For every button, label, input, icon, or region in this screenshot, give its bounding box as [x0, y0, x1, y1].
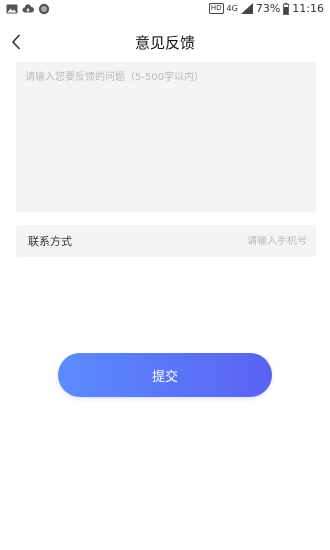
status-right-indicators: HD 4G 73% 11:16 — [208, 2, 324, 15]
cloud-download-icon — [22, 4, 34, 13]
clock-time: 11:16 — [292, 2, 324, 15]
status-bar: HD 4G 73% 11:16 — [0, 0, 330, 20]
record-icon — [38, 3, 50, 15]
submit-button[interactable]: 提交 — [58, 353, 272, 397]
battery-icon — [283, 2, 290, 15]
signal-icon — [240, 3, 253, 14]
image-icon — [6, 4, 18, 14]
contact-row: 联系方式 — [16, 225, 316, 257]
phone-input[interactable] — [157, 235, 307, 247]
feedback-textarea[interactable] — [16, 62, 316, 212]
battery-percent: 73% — [255, 2, 281, 15]
status-left-icons — [6, 3, 50, 15]
contact-label: 联系方式 — [28, 235, 72, 248]
hd-badge: HD — [208, 3, 224, 14]
page-title: 意见反馈 — [134, 34, 195, 52]
nav-header: 意见反馈 — [0, 20, 330, 64]
network-type: 4G — [226, 3, 238, 13]
